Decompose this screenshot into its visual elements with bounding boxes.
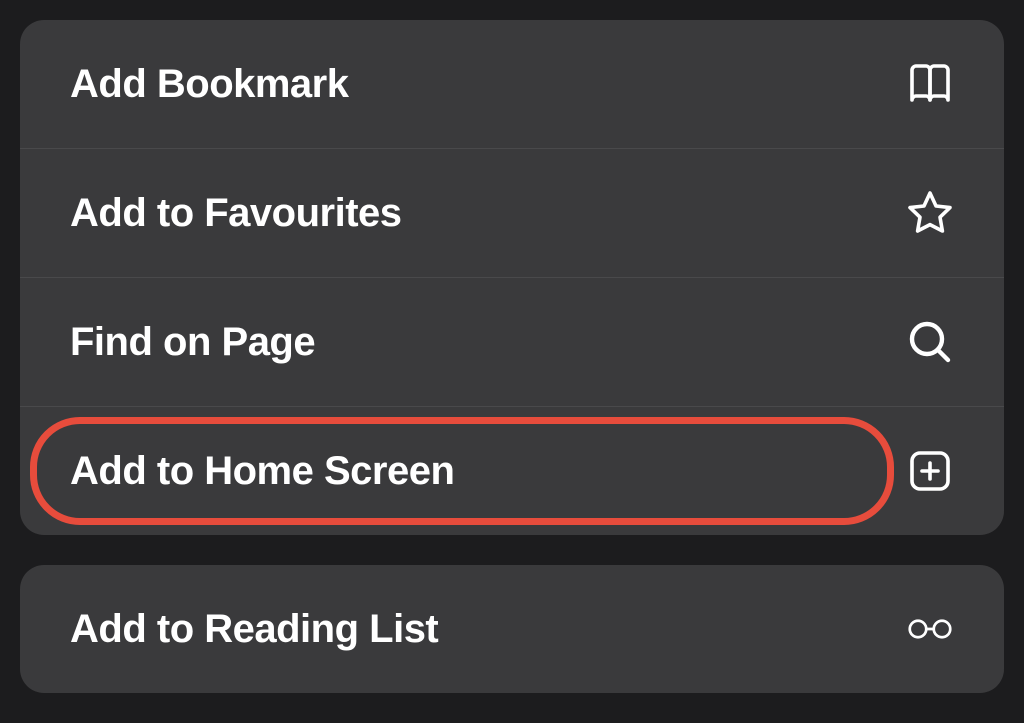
add-to-home-screen-item[interactable]: Add to Home Screen bbox=[20, 407, 1004, 535]
add-to-favourites-item[interactable]: Add to Favourites bbox=[20, 149, 1004, 278]
find-on-page-item[interactable]: Find on Page bbox=[20, 278, 1004, 407]
menu-item-label: Add to Favourites bbox=[70, 191, 402, 236]
share-menu-group-2: Add to Reading List bbox=[20, 565, 1004, 693]
menu-item-label: Add to Reading List bbox=[70, 607, 438, 652]
add-to-reading-list-item[interactable]: Add to Reading List bbox=[20, 565, 1004, 693]
plus-square-icon bbox=[906, 447, 954, 495]
book-icon bbox=[906, 60, 954, 108]
add-bookmark-item[interactable]: Add Bookmark bbox=[20, 20, 1004, 149]
star-icon bbox=[906, 189, 954, 237]
menu-item-label: Find on Page bbox=[70, 320, 315, 365]
menu-item-label: Add Bookmark bbox=[70, 62, 349, 107]
glasses-icon bbox=[906, 605, 954, 653]
menu-item-label: Add to Home Screen bbox=[70, 449, 454, 494]
search-icon bbox=[906, 318, 954, 366]
share-menu-group-1: Add Bookmark Add to Favourites Find on P… bbox=[20, 20, 1004, 535]
